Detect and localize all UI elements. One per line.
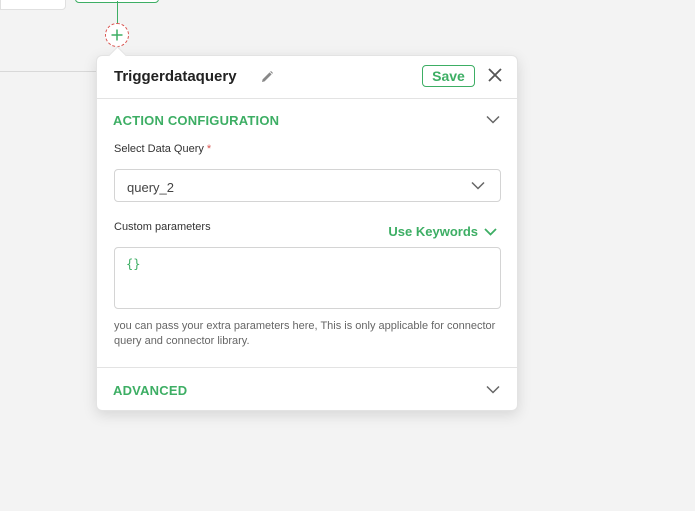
action-configuration-title[interactable]: ACTION CONFIGURATION xyxy=(113,113,279,128)
chevron-down-icon[interactable] xyxy=(486,385,500,394)
required-mark: * xyxy=(206,143,212,155)
close-icon[interactable] xyxy=(488,68,502,82)
panel-header: Triggerdataquery Save xyxy=(97,56,517,99)
custom-parameters-help-text: you can pass your extra parameters here,… xyxy=(114,320,496,347)
connector-line xyxy=(117,1,118,23)
data-query-select-value: query_2 xyxy=(127,180,174,195)
panel-title: Triggerdataquery xyxy=(114,68,237,85)
add-node-button[interactable] xyxy=(105,23,129,47)
chevron-down-icon xyxy=(484,227,497,236)
canvas-edge-line xyxy=(0,71,100,72)
pencil-icon[interactable] xyxy=(260,70,274,84)
custom-parameters-editor[interactable]: {} xyxy=(114,247,501,309)
custom-parameters-label: Custom parameters xyxy=(114,221,211,233)
custom-parameters-value: {} xyxy=(126,257,141,271)
save-button[interactable]: Save xyxy=(422,65,475,87)
use-keywords-dropdown[interactable]: Use Keywords xyxy=(388,224,497,239)
chevron-down-icon xyxy=(471,181,485,190)
canvas-node-left[interactable] xyxy=(0,0,66,10)
section-divider xyxy=(97,367,517,368)
chevron-down-icon[interactable] xyxy=(486,115,500,124)
advanced-section-title[interactable]: ADVANCED xyxy=(113,383,187,398)
use-keywords-label: Use Keywords xyxy=(388,224,478,239)
plus-icon xyxy=(111,29,123,41)
action-config-panel: Triggerdataquery Save ACTION CONFIGURATI… xyxy=(96,55,518,411)
select-data-query-label: Select Data Query * xyxy=(114,143,212,155)
data-query-select[interactable]: query_2 xyxy=(114,169,501,202)
